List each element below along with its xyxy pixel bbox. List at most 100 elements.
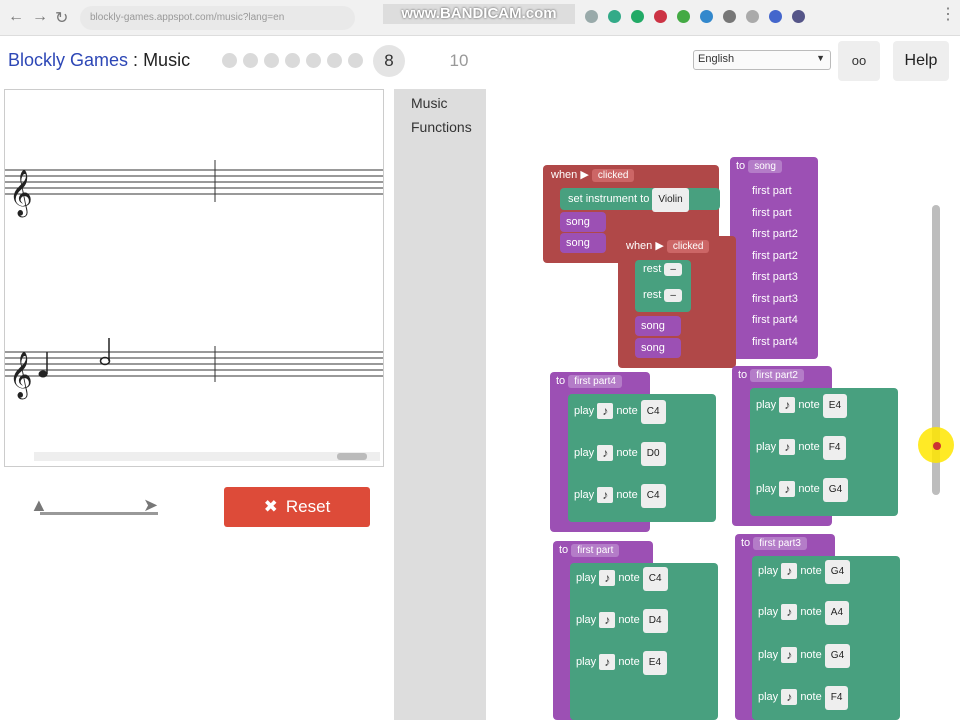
play-note-block[interactable]: play ♪ note C4	[568, 484, 666, 508]
note-duration-icon[interactable]: ♪	[779, 397, 796, 414]
call-song-block[interactable]: song	[635, 316, 681, 336]
address-bar[interactable]: blockly-games.appspot.com/music?lang=en	[80, 6, 355, 30]
toolbox: Music Functions	[394, 89, 486, 720]
app-name-link[interactable]: Blockly Games	[8, 50, 128, 70]
note-pitch-dropdown[interactable]: E4	[822, 394, 848, 418]
note-pitch-dropdown[interactable]: G4	[824, 644, 851, 668]
extension-icon[interactable]	[792, 10, 805, 23]
note-pitch-dropdown[interactable]: C4	[640, 484, 666, 508]
note-pitch-dropdown[interactable]: D4	[642, 609, 668, 633]
play-note-block[interactable]: play ♪ note G4	[752, 644, 851, 668]
note-pitch-dropdown[interactable]: C4	[642, 567, 668, 591]
call-first-part2-block[interactable]: first part2	[752, 246, 798, 268]
extension-icon[interactable]	[746, 10, 759, 23]
play-note-block[interactable]: play ♪ note C4	[570, 567, 668, 591]
play-note-block[interactable]: play ♪ note G4	[752, 560, 851, 584]
extension-icon[interactable]	[769, 10, 782, 23]
note-pitch-dropdown[interactable]: E4	[642, 651, 668, 675]
play-note-block[interactable]: play ♪ note D0	[568, 442, 666, 466]
instrument-dropdown[interactable]: Violin	[652, 188, 689, 212]
play-note-block[interactable]: play ♪ note G4	[750, 478, 849, 502]
extension-icon[interactable]	[723, 10, 736, 23]
note-duration-icon[interactable]: ♪	[779, 481, 796, 498]
note-pitch-dropdown[interactable]: C4	[640, 400, 666, 424]
toolbox-category-music[interactable]: Music	[411, 95, 448, 111]
game-name: Music	[143, 50, 191, 70]
menu-icon[interactable]: ⋮	[940, 4, 956, 24]
note-duration-icon[interactable]: ♪	[781, 563, 798, 580]
play-note-block[interactable]: play ♪ note C4	[568, 400, 666, 424]
level-link[interactable]	[243, 53, 258, 68]
level-link[interactable]	[327, 53, 342, 68]
language-select[interactable]: English ▼	[693, 50, 831, 70]
extension-icon[interactable]	[631, 10, 644, 23]
call-first-part2-block[interactable]: first part2	[752, 224, 798, 246]
help-button[interactable]: Help	[893, 41, 949, 81]
level-link[interactable]	[348, 53, 363, 68]
set-instrument-block[interactable]: set instrument to Violin	[560, 188, 720, 212]
note-duration-icon[interactable]: ♪	[597, 445, 614, 462]
note-pitch-dropdown[interactable]: G4	[824, 560, 851, 584]
note-duration-icon[interactable]: ♪	[779, 439, 796, 456]
speed-slider[interactable]	[40, 512, 158, 515]
rest-block[interactable]: rest –	[643, 289, 682, 302]
rest-blocks[interactable]: rest – rest –	[635, 260, 691, 312]
rest-duration-dropdown[interactable]: –	[664, 289, 682, 302]
staff-scrollbar[interactable]	[34, 452, 380, 461]
reload-icon[interactable]: ↻	[55, 8, 68, 28]
level-link[interactable]	[264, 53, 279, 68]
rest-block[interactable]: rest –	[643, 263, 682, 276]
extension-icon[interactable]	[654, 10, 667, 23]
play-note-group: play ♪ note E4 play ♪ note F4 play ♪ not…	[750, 388, 898, 516]
call-song-block[interactable]: song	[635, 338, 681, 358]
play-note-block[interactable]: play ♪ note A4	[752, 601, 850, 625]
forward-icon[interactable]: →	[32, 8, 48, 26]
play-note-block[interactable]: play ♪ note F4	[752, 686, 849, 710]
level-link[interactable]	[222, 53, 237, 68]
call-song-block[interactable]: song	[560, 212, 606, 232]
extension-icon[interactable]	[677, 10, 690, 23]
extension-icon[interactable]	[585, 10, 598, 23]
play-note-block[interactable]: play ♪ note F4	[750, 436, 847, 460]
call-first-part-block[interactable]: first part	[752, 203, 798, 225]
call-first-part4-block[interactable]: first part4	[752, 332, 798, 354]
note-duration-icon[interactable]: ♪	[781, 689, 798, 706]
call-first-part3-block[interactable]: first part3	[752, 289, 798, 311]
level-max[interactable]: 10	[443, 45, 475, 77]
extension-icon[interactable]	[608, 10, 621, 23]
back-icon[interactable]: ←	[8, 8, 24, 26]
note-pitch-dropdown[interactable]: G4	[822, 478, 849, 502]
note-duration-icon[interactable]: ♪	[781, 647, 798, 664]
play-note-group: play ♪ note C4 play ♪ note D0 play ♪ not…	[568, 394, 716, 522]
level-current[interactable]: 8	[373, 45, 405, 77]
play-note-block[interactable]: play ♪ note E4	[570, 651, 668, 675]
rest-duration-dropdown[interactable]: –	[664, 263, 682, 276]
note-duration-icon[interactable]: ♪	[781, 604, 798, 621]
reset-button[interactable]: ✖ Reset	[224, 487, 370, 527]
play-note-block[interactable]: play ♪ note D4	[570, 609, 668, 633]
level-link[interactable]	[306, 53, 321, 68]
quarter-note-icon	[38, 352, 48, 378]
toolbox-category-functions[interactable]: Functions	[411, 119, 472, 135]
note-pitch-dropdown[interactable]: F4	[824, 686, 849, 710]
recorder-watermark: www.BANDICAM.com	[383, 4, 575, 24]
note-duration-icon[interactable]: ♪	[599, 570, 616, 587]
extension-icon[interactable]	[700, 10, 713, 23]
function-definition-block[interactable]: to song first part first part first part…	[730, 157, 818, 359]
app-header: Blockly Games : Music 8 10 English ▼ oo H…	[0, 36, 960, 88]
note-duration-icon[interactable]: ♪	[599, 612, 616, 629]
note-duration-icon[interactable]: ♪	[597, 403, 614, 420]
level-link[interactable]	[285, 53, 300, 68]
link-button[interactable]: oo	[838, 41, 880, 81]
call-song-block[interactable]: song	[560, 233, 606, 253]
play-note-block[interactable]: play ♪ note E4	[750, 394, 848, 418]
note-pitch-dropdown[interactable]: F4	[822, 436, 847, 460]
call-first-part3-block[interactable]: first part3	[752, 267, 798, 289]
note-pitch-dropdown[interactable]: A4	[824, 601, 850, 625]
note-pitch-dropdown[interactable]: D0	[640, 442, 666, 466]
note-duration-icon[interactable]: ♪	[597, 487, 614, 504]
call-first-part4-block[interactable]: first part4	[752, 310, 798, 332]
call-first-part-block[interactable]: first part	[752, 181, 798, 203]
note-duration-icon[interactable]: ♪	[599, 654, 616, 671]
scrollbar-thumb[interactable]	[337, 453, 367, 460]
